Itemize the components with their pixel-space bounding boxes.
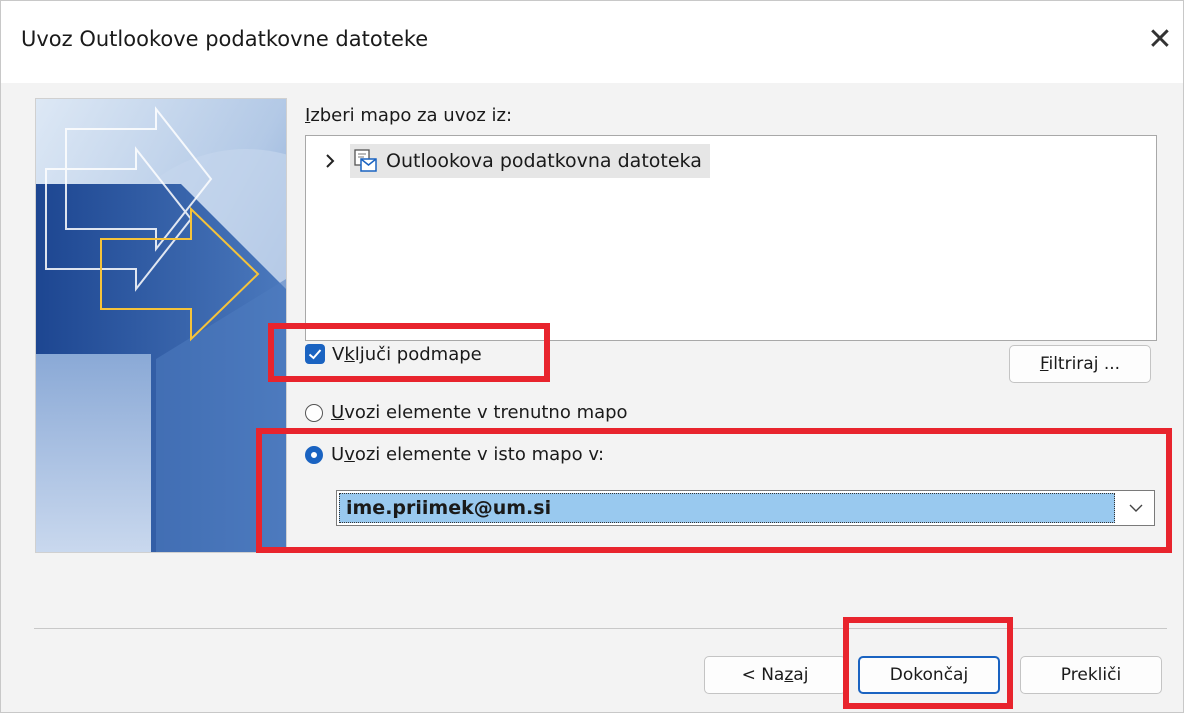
import-current-folder-radio[interactable]: [305, 404, 323, 422]
cancel-button[interactable]: Prekliči: [1020, 656, 1162, 694]
tree-item-outlook-data-file[interactable]: Outlookova podatkovna datoteka: [350, 144, 710, 178]
wizard-banner-image: [35, 98, 287, 553]
title-bar: Uvoz Outlookove podatkovne datoteke ✕: [1, 1, 1183, 83]
tree-item-label: Outlookova podatkovna datoteka: [386, 150, 702, 172]
highlight-include-subfolders: [268, 323, 550, 382]
back-button[interactable]: < Nazaj: [704, 656, 846, 694]
import-current-folder-label[interactable]: Uvozi elemente v trenutno mapo: [331, 402, 628, 423]
import-dialog: Uvoz Outlookove podatkovne datoteke ✕ Iz…: [0, 0, 1184, 713]
folder-tree[interactable]: Outlookova podatkovna datoteka: [305, 135, 1157, 341]
close-icon: ✕: [1147, 22, 1173, 57]
window-title: Uvoz Outlookove podatkovne datoteke: [21, 27, 429, 51]
pst-file-icon: [354, 149, 377, 172]
expand-chevron-icon[interactable]: [324, 150, 336, 174]
folder-select-label: Izberi mapo za uvoz iz:: [305, 105, 513, 126]
close-button[interactable]: ✕: [1137, 17, 1183, 63]
filter-button[interactable]: Filtriraj ...: [1009, 345, 1151, 383]
highlight-finish-button: [843, 617, 1013, 709]
highlight-import-options: [256, 428, 1172, 553]
